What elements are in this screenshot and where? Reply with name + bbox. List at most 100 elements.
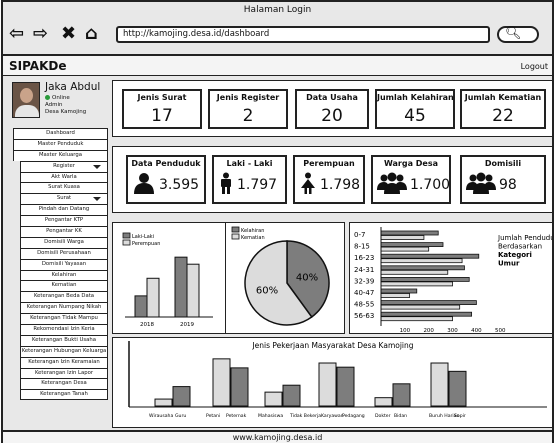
menu-item-label: Keterangan Tanah [40,391,88,398]
gender-chart-panel: Laki-Laki Perempuan 2018 2019 [112,222,227,334]
population-label: Domisili [484,159,522,168]
legend-label: Perempuan [132,241,160,247]
menu-item[interactable]: Pengantar KK [20,226,108,237]
menu-item-label: Domisili Perusahaan [37,249,91,256]
menu-item[interactable]: Domisili Warga [20,236,108,248]
population-label: Data Penduduk [131,159,201,168]
stat-value: 45 [404,106,426,126]
population-label: Warga Desa [383,159,439,168]
chart-title: Berdasarkan [498,243,542,251]
legend-swatch [122,232,131,239]
user-org: Desa Kamojing [45,109,87,115]
menu-item[interactable]: Dashboard [13,128,108,139]
window-title: Halaman Login [243,5,312,15]
menu-item[interactable]: Akt Warla [20,171,108,183]
menu-item[interactable]: Keterangan Desa [20,378,108,390]
stats-panel: Jenis Surat 17 Jenis Register 2 Data Usaha… [112,80,553,137]
tick-label: 56-63 [354,312,374,320]
bar [380,293,411,298]
menu-item[interactable]: Keterangan Hubungan Keluarga [20,345,108,357]
bar [380,242,444,248]
close-icon[interactable]: ✖ [61,25,76,43]
tick-label: Guru [175,413,186,419]
occupation-chart: Jenis Pekerjaan Masyarakat Desa Kamojing… [128,341,547,419]
menu-item[interactable]: Keterangan Izin Keramaian [20,356,108,368]
menu-item[interactable]: Keterangan Izin Lapor [20,367,108,379]
menu-item[interactable]: Domisili Yayasan [20,258,108,270]
tick-label: 24-31 [354,266,374,274]
caret-down-icon[interactable] [93,164,101,169]
tick-label: Wirausaha [149,413,173,419]
logout-link[interactable]: Logout [521,62,548,71]
menu-item[interactable]: Surat Kuasa [20,182,108,194]
group-icon [377,172,407,198]
occupation-chart-panel: Jenis Pekerjaan Masyarakat Desa Kamojing… [112,337,553,428]
menu-item-label: Keterangan Hubungan Keluarga [21,347,107,354]
bar [146,277,160,318]
bar [380,277,470,282]
tick-label: 200 [423,328,434,333]
population-value: 1.700 [410,177,451,193]
menu-item-label: Keterangan Tidak Mampu [30,315,98,322]
tick-label: 0-7 [354,231,365,239]
bar [174,256,188,318]
bar [380,300,477,305]
tick-label: Pedagang [342,413,365,419]
menu-item[interactable]: Master Penduduk [13,138,108,150]
population-value: 1.798 [320,177,361,193]
menu-item[interactable]: Keterangan Tanah [20,389,108,401]
tick-label: 2019 [180,322,194,328]
menu-item[interactable]: Pindah dan Datang [20,204,108,216]
menu-item[interactable]: Kelahiran [20,269,108,281]
menu-item[interactable]: Master Keluarga [13,149,108,161]
age-chart: 0-7 8-15 16-23 24-31 32-39 40-47 48-55 56-63 100… [354,227,556,334]
menu-item[interactable]: Keterangan Beda Data [20,291,108,303]
bar [230,367,249,407]
stat-card: Jenis Surat 17 [122,89,202,129]
menu-item-label: Akt Warla [51,173,77,180]
tick-label: Dokter [375,413,391,419]
menu-item[interactable]: Keterangan Tidak Mampu [20,313,108,325]
bar [380,316,453,322]
menu-item[interactable]: Pengantar KTP [20,215,108,227]
menu-item-label: Surat Kuasa [48,184,80,191]
person-icon [132,172,156,198]
legend-swatch [231,233,240,240]
tick-label: Bidan [394,413,407,419]
tick-label: Sopir [454,413,466,419]
menu-item[interactable]: Surat [20,193,108,205]
address-bar[interactable]: http://kamojing.desa.id/dashboard [116,26,490,43]
menu-item[interactable]: Register [20,160,108,172]
menu-item-label: Surat [56,195,72,202]
population-label: Laki - Laki [226,159,273,168]
search-button[interactable]: 🔍︎ [497,26,539,43]
bar [380,304,461,310]
bar [392,383,411,407]
bar [380,281,453,287]
browser-window: Halaman Login ⇦ ⇨ ✖ ⌂ http://kamojing.de… [1,0,556,443]
menu-item[interactable]: Rekomendasi Izin Keria [20,324,108,335]
back-arrow-icon[interactable]: ⇦ [9,25,24,43]
footer-url: www.kamojing.desa.id [232,433,323,442]
legend-label: Kematian [241,235,265,241]
menu-item-label: Keterangan Izin Keramaian [28,358,100,365]
tick-label: Peternak [226,413,247,419]
legend-swatch [122,239,131,246]
stat-label: Jumlah Kelahiran [377,93,454,102]
app-brand: SIPAKDe [9,59,67,73]
home-icon[interactable]: ⌂ [85,25,98,43]
caret-down-icon[interactable] [93,197,101,202]
menu-item[interactable]: Domisili Perusahaan [20,247,108,259]
population-card: Perempuan 1.798 [293,155,365,204]
bar [336,366,355,407]
menu-item[interactable]: Keterangan Numpang Nikah [20,302,108,314]
menu-item[interactable]: Kematian [20,280,108,292]
stat-value: 2 [242,106,254,126]
birth-death-chart: KelahiranKematian 40% 60% [231,226,330,326]
forward-arrow-icon[interactable]: ⇨ [33,25,48,43]
menu-item[interactable]: Keterangan Bukti Usaha [20,334,108,346]
tick-label: 40-47 [354,289,374,297]
tick-label: Tidak Bekerja [289,413,321,419]
bar [380,246,430,252]
chart-title: Kategori [498,251,532,259]
